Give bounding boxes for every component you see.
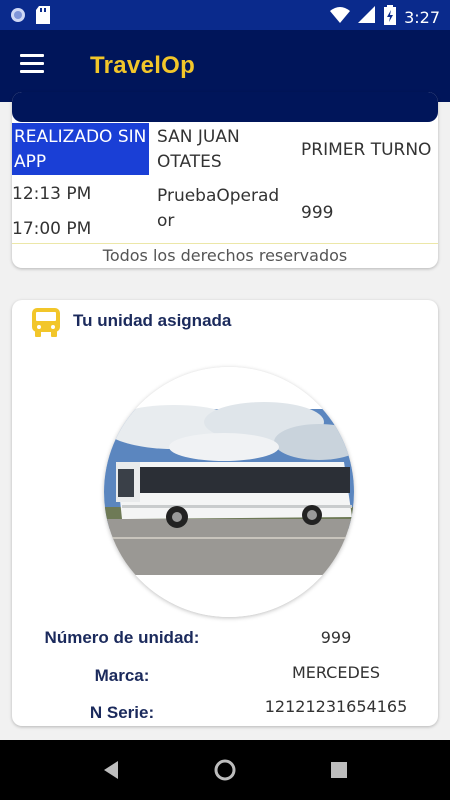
divider — [12, 243, 438, 244]
clock: 3:27 — [404, 8, 440, 27]
wifi-icon — [330, 6, 351, 29]
trip-end-time: 17:00 PM — [12, 219, 92, 239]
back-icon[interactable] — [102, 760, 120, 780]
trip-shift: PRIMER TURNO — [301, 140, 432, 160]
trip-operator: PruebaOperador — [157, 186, 280, 231]
notification-dot-icon — [10, 7, 26, 28]
serial-label: N Serie: — [89, 703, 155, 722]
recents-icon[interactable] — [330, 761, 348, 779]
bus-photo — [104, 367, 354, 617]
trip-card: REALIZADO SIN APP SAN JUAN OTATES PRIMER… — [12, 92, 438, 268]
footer-text: Todos los derechos reservados — [102, 246, 348, 265]
trip-start-time: 12:13 PM — [12, 184, 92, 204]
trip-route: SAN JUAN OTATES — [157, 127, 240, 172]
brand-value: MERCEDES — [291, 663, 381, 682]
home-icon[interactable] — [213, 758, 237, 782]
brand-label: Marca: — [94, 666, 150, 685]
unit-number-label: Número de unidad: — [44, 628, 200, 647]
menu-icon[interactable] — [20, 54, 50, 78]
assigned-unit-title: Tu unidad asignada — [73, 311, 232, 330]
trip-card-header — [12, 92, 438, 122]
assigned-unit-card: Tu unidad asignada Número de unidad: 999… — [12, 300, 438, 726]
serial-value: 12121231654165 — [264, 697, 408, 716]
unit-number-value: 999 — [320, 628, 352, 647]
status-bar: 3:27 — [0, 0, 450, 30]
trip-status-badge: REALIZADO SIN APP — [12, 123, 149, 175]
bus-icon — [32, 308, 60, 337]
app-title: TravelOp — [90, 52, 196, 79]
sd-card-icon — [36, 6, 50, 29]
battery-icon — [384, 5, 397, 30]
trip-unit: 999 — [301, 203, 334, 223]
signal-icon — [358, 6, 376, 29]
system-nav-bar — [0, 740, 450, 800]
